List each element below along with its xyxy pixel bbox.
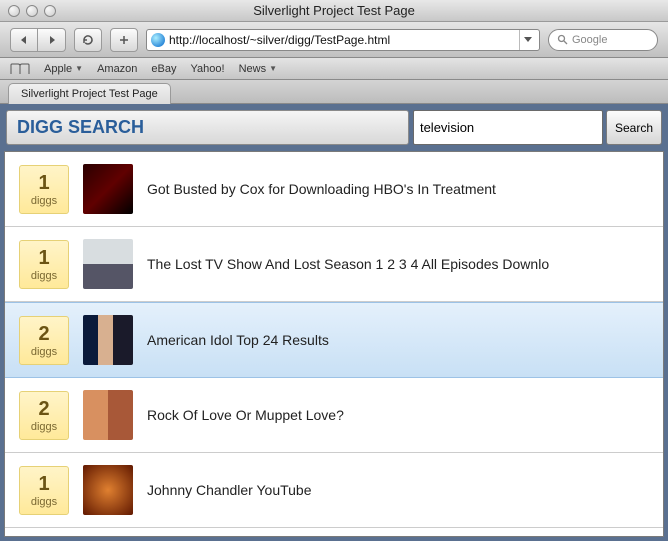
- digg-badge[interactable]: 1diggs: [19, 240, 69, 289]
- search-button[interactable]: Search: [606, 110, 662, 145]
- reload-icon: [82, 34, 94, 46]
- results-list[interactable]: 1diggsGot Busted by Cox for Downloading …: [5, 152, 663, 536]
- result-thumbnail: [83, 315, 133, 365]
- digg-count: 1: [20, 172, 68, 195]
- result-title: American Idol Top 24 Results: [147, 332, 329, 348]
- search-icon: [557, 34, 568, 45]
- back-icon: [19, 35, 29, 45]
- search-input[interactable]: [413, 110, 603, 145]
- digg-count: 2: [20, 323, 68, 346]
- bookmark-item-yahoo[interactable]: Yahoo!: [191, 63, 225, 75]
- app-header: DIGG SEARCH Search: [4, 108, 664, 147]
- digg-label: diggs: [20, 270, 68, 282]
- result-row[interactable]: 1diggs Got Busted by Cox for Downloading …: [5, 152, 663, 227]
- close-window-button[interactable]: [8, 5, 20, 17]
- back-button[interactable]: [10, 28, 38, 52]
- result-row[interactable]: 1diggs The Lost TV Show And Lost Season 1…: [5, 227, 663, 302]
- digg-count: 1: [20, 473, 68, 496]
- results-container: 1diggsGot Busted by Cox for Downloading …: [4, 151, 664, 537]
- digg-count: 1: [20, 247, 68, 270]
- digg-badge[interactable]: 2diggs: [19, 316, 69, 365]
- bookmark-item-apple[interactable]: Apple▼: [44, 63, 83, 75]
- window-titlebar: Silverlight Project Test Page: [0, 0, 668, 22]
- bookmark-item-amazon[interactable]: Amazon: [97, 63, 137, 75]
- globe-icon: [151, 33, 165, 47]
- digg-badge[interactable]: 1diggs: [19, 466, 69, 515]
- digg-label: diggs: [20, 421, 68, 433]
- reload-button[interactable]: [74, 28, 102, 52]
- bookmark-item-news[interactable]: News▼: [239, 63, 277, 75]
- digg-badge[interactable]: 1diggs: [19, 165, 69, 214]
- tab-label: Silverlight Project Test Page: [21, 88, 158, 100]
- url-bar[interactable]: [146, 29, 540, 51]
- page-content: DIGG SEARCH Search 1diggsGot Busted by C…: [0, 104, 668, 541]
- bookmark-bar: Apple▼ Amazon eBay Yahoo! News▼: [0, 58, 668, 80]
- tab-bar: Silverlight Project Test Page: [0, 80, 668, 104]
- minimize-window-button[interactable]: [26, 5, 38, 17]
- app-title: DIGG SEARCH: [6, 110, 409, 145]
- plus-icon: [119, 35, 129, 45]
- result-thumbnail: [83, 390, 133, 440]
- browser-search-placeholder: Google: [572, 34, 607, 46]
- result-row[interactable]: 2diggs Rock Of Love Or Muppet Love?: [5, 378, 663, 453]
- window-title: Silverlight Project Test Page: [0, 3, 668, 18]
- digg-label: diggs: [20, 496, 68, 508]
- bookmark-item-ebay[interactable]: eBay: [151, 63, 176, 75]
- result-title: Got Busted by Cox for Downloading HBO's …: [147, 181, 496, 197]
- forward-button[interactable]: [38, 28, 66, 52]
- chevron-down-icon: [524, 37, 532, 43]
- chevron-down-icon: ▼: [269, 64, 277, 73]
- zoom-window-button[interactable]: [44, 5, 56, 17]
- digg-label: diggs: [20, 195, 68, 207]
- bookmarks-icon[interactable]: [10, 63, 30, 75]
- result-title: Johnny Chandler YouTube: [147, 482, 312, 498]
- url-input[interactable]: [169, 33, 515, 47]
- url-history-dropdown[interactable]: [519, 30, 535, 50]
- forward-icon: [47, 35, 57, 45]
- tab-active[interactable]: Silverlight Project Test Page: [8, 83, 171, 104]
- add-bookmark-button[interactable]: [110, 28, 138, 52]
- digg-label: diggs: [20, 346, 68, 358]
- browser-toolbar: Google: [0, 22, 668, 58]
- result-title: The Lost TV Show And Lost Season 1 2 3 4…: [147, 256, 549, 272]
- result-thumbnail: [83, 239, 133, 289]
- result-title: Rock Of Love Or Muppet Love?: [147, 407, 344, 423]
- result-thumbnail: [83, 164, 133, 214]
- result-row[interactable]: 2diggs American Idol Top 24 Results: [5, 302, 663, 378]
- result-row[interactable]: 1diggs Johnny Chandler YouTube: [5, 453, 663, 528]
- digg-badge[interactable]: 2diggs: [19, 391, 69, 440]
- chevron-down-icon: ▼: [75, 64, 83, 73]
- browser-search-field[interactable]: Google: [548, 29, 658, 51]
- result-thumbnail: [83, 465, 133, 515]
- digg-count: 2: [20, 398, 68, 421]
